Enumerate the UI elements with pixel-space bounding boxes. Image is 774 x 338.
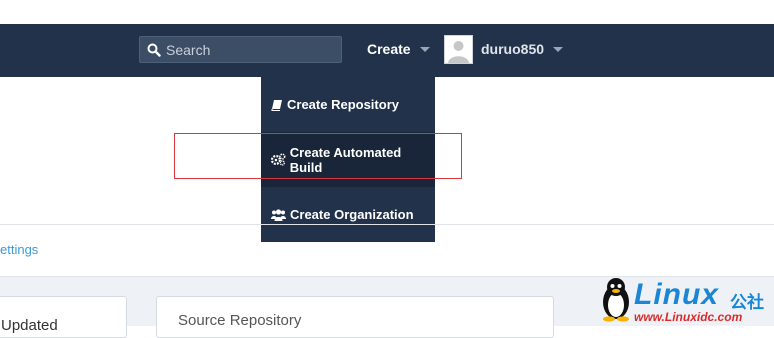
watermark-url: www.Linuxidc.com (634, 310, 743, 324)
settings-tab-link[interactable]: ettings (0, 242, 38, 257)
menu-item-label: Create Organization (290, 207, 414, 222)
last-updated-card: Updated (0, 296, 127, 338)
search-box[interactable]: Search (139, 36, 342, 63)
user-menu-button[interactable]: duruo850 (481, 41, 564, 57)
source-repository-card: Source Repository (156, 296, 554, 338)
linuxidc-watermark: Linux 公社 www.Linuxidc.com (598, 274, 774, 325)
penguin-icon (603, 278, 629, 322)
menu-item-label: Create Repository (287, 97, 399, 112)
create-dropdown-menu: Create Repository Create Automated Build… (261, 77, 435, 242)
user-silhouette-icon (445, 36, 472, 63)
menu-item-label: Create Automated Build (289, 144, 402, 175)
search-placeholder: Search (166, 41, 211, 58)
card-title: Source Repository (178, 312, 302, 329)
card-title: Updated (1, 317, 58, 334)
menu-item-create-automated-build[interactable]: Create Automated Build (261, 132, 435, 187)
gears-icon (271, 153, 286, 166)
create-label: Create (367, 41, 411, 57)
create-menu-button[interactable]: Create (367, 41, 430, 57)
caret-down-icon (419, 46, 430, 52)
browser-top-strip (0, 0, 774, 25)
users-icon (271, 208, 286, 221)
avatar[interactable] (444, 35, 473, 64)
username: duruo850 (481, 41, 545, 57)
search-icon (147, 43, 161, 57)
caret-down-icon (553, 46, 564, 52)
section-divider (0, 224, 774, 225)
menu-item-create-organization[interactable]: Create Organization (261, 187, 435, 242)
book-icon (271, 99, 282, 111)
watermark-brand: Linux (634, 278, 719, 311)
menu-item-create-repository[interactable]: Create Repository (261, 77, 435, 132)
